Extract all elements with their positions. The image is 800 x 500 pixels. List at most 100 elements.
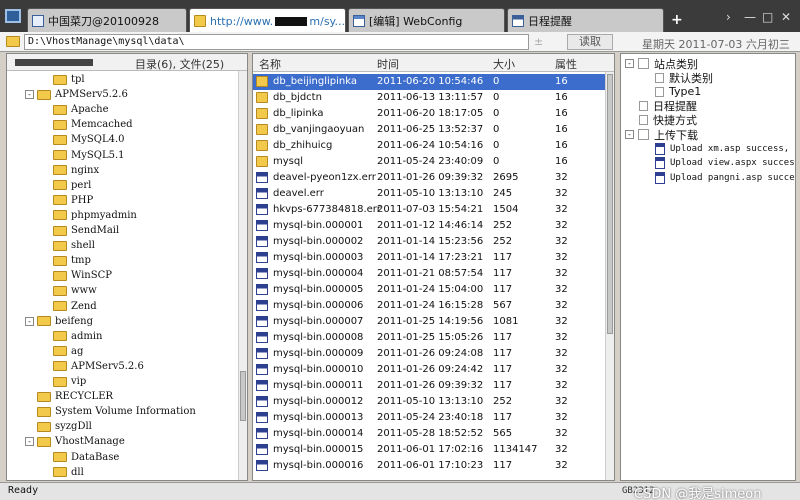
tree-item[interactable]: Zend	[53, 299, 97, 314]
path-dropdown-button[interactable]: ±	[534, 35, 543, 48]
file-row[interactable]: mysql-bin.000005 2011-01-24 15:04:00 117 32	[253, 282, 606, 298]
tree-item[interactable]: nginx	[53, 163, 99, 178]
tree-item[interactable]: WinSCP	[53, 268, 112, 283]
tree-item[interactable]: phpmyadmin	[53, 208, 137, 223]
tab-caidao[interactable]: 中国菜刀@20100928	[27, 8, 187, 32]
column-header-attr[interactable]: 属性	[555, 56, 577, 72]
tree-item[interactable]: admin	[53, 329, 102, 344]
file-row[interactable]: mysql-bin.000016 2011-06-01 17:10:23 117 32	[253, 458, 606, 474]
file-list-scrollbar[interactable]	[605, 72, 614, 480]
file-row[interactable]: mysql-bin.000013 2011-05-24 23:40:18 117 32	[253, 410, 606, 426]
tree-item[interactable]: dll	[53, 465, 84, 480]
file-row[interactable]: mysql-bin.000010 2011-01-26 09:24:42 117 32	[253, 362, 606, 378]
tree-item[interactable]: DataBase	[53, 450, 119, 465]
collapse-toggle-icon[interactable]: -	[625, 130, 634, 139]
file-row[interactable]: db_zhihuicg 2011-06-24 10:54:16 0 16	[253, 138, 606, 154]
cell-time: 2011-01-26 09:39:32	[377, 380, 484, 391]
column-header-size[interactable]: 大小	[493, 56, 515, 72]
cell-name: mysql-bin.000007	[273, 316, 364, 327]
tree-item[interactable]: vip	[53, 374, 86, 389]
tree-item[interactable]: APMServ5.2.6	[53, 359, 144, 374]
read-button[interactable]: 读取	[567, 34, 613, 50]
cell-attr: 32	[555, 172, 568, 183]
cell-attr: 32	[555, 220, 568, 231]
tree-item-label: RECYCLER	[55, 391, 114, 403]
tree-item-label: MySQL5.1	[71, 149, 125, 161]
file-row[interactable]: mysql-bin.000006 2011-01-24 16:15:28 567 32	[253, 298, 606, 314]
folder-icon	[53, 285, 67, 296]
tab-webconfig[interactable]: [编辑] WebConfig	[348, 8, 505, 32]
app-window-icon[interactable]	[5, 9, 21, 23]
scroll-thumb[interactable]	[607, 74, 613, 334]
tree-item[interactable]: ag	[53, 344, 83, 359]
file-row[interactable]: mysql-bin.000007 2011-01-25 14:19:56 1081 3…	[253, 314, 606, 330]
tree-item-label: Zend	[71, 300, 97, 312]
cell-size: 117	[493, 412, 513, 423]
path-input[interactable]: D:\VhostManage\mysql\data\	[24, 34, 529, 50]
tree-item[interactable]: www	[53, 283, 97, 298]
tree-scrollbar[interactable]	[238, 71, 247, 480]
file-row[interactable]: deavel.err 2011-05-10 13:13:10 245 32	[253, 186, 606, 202]
file-row[interactable]: mysql-bin.000012 2011-05-10 13:13:10 252 32	[253, 394, 606, 410]
tree-item[interactable]: - VhostManage	[25, 434, 125, 449]
collapse-toggle-icon[interactable]: -	[625, 59, 634, 68]
file-row[interactable]: mysql-bin.000014 2011-05-28 18:52:52 565 32	[253, 426, 606, 442]
tree-item[interactable]: MySQL5.1	[53, 148, 124, 163]
tree-item[interactable]: Memcached	[53, 117, 133, 132]
file-row[interactable]: mysql-bin.000003 2011-01-14 17:23:21 117 32	[253, 250, 606, 266]
file-row[interactable]: db_bjdctn 2011-06-13 13:11:57 0 16	[253, 90, 606, 106]
tree-item[interactable]: tmp	[53, 253, 91, 268]
tree-item[interactable]: syzgDll	[25, 419, 92, 434]
new-tab-button[interactable]: +	[671, 12, 683, 28]
tab-label: [编辑] WebConfig	[369, 14, 463, 28]
tree-item[interactable]: shell	[53, 238, 95, 253]
column-header-time[interactable]: 时间	[377, 56, 399, 72]
tab-site-url[interactable]: http://www. m/sy...	[189, 8, 346, 33]
tab-schedule[interactable]: 日程提醒	[507, 8, 664, 32]
tree-header: 目录(6), 文件(25)	[7, 54, 247, 71]
maximize-button[interactable]: □	[762, 10, 773, 24]
scroll-thumb[interactable]	[240, 371, 246, 421]
file-row[interactable]: mysql-bin.000008 2011-01-25 15:05:26 117 32	[253, 330, 606, 346]
file-row[interactable]: mysql-bin.000004 2011-01-21 08:57:54 117 32	[253, 266, 606, 282]
cell-attr: 32	[555, 332, 568, 343]
tree-item[interactable]: perl	[53, 178, 91, 193]
panel-item[interactable]: Upload view.aspx succes	[655, 155, 795, 170]
tree-item[interactable]: tpl	[53, 72, 85, 87]
tree-item[interactable]: System Volume Information	[25, 404, 196, 419]
file-row[interactable]: db_lipinka 2011-06-20 18:17:05 0 16	[253, 106, 606, 122]
file-row[interactable]: mysql-bin.000001 2011-01-12 14:46:14 252 32	[253, 218, 606, 234]
panel-item[interactable]: Upload pangni.asp succe	[655, 170, 795, 185]
tree-item[interactable]: RECYCLER	[25, 389, 113, 404]
panel-item[interactable]: Upload xm.asp success,	[655, 141, 789, 156]
file-row[interactable]: db_vanjingaoyuan 2011-06-25 13:52:37 0 16	[253, 122, 606, 138]
tree-item[interactable]: - APMServ5.2.6	[25, 87, 128, 102]
tree-item[interactable]: PHP	[53, 193, 93, 208]
collapse-toggle-icon[interactable]: -	[25, 90, 34, 100]
chevron-right-icon[interactable]: ›	[726, 10, 731, 24]
file-row[interactable]: db_beijinglipinka 2011-06-20 10:54:46 0 16	[253, 74, 606, 90]
collapse-toggle-icon[interactable]: -	[25, 437, 34, 447]
collapse-toggle-icon[interactable]: -	[25, 316, 34, 326]
tree-item[interactable]: SendMail	[53, 223, 119, 238]
tree-item[interactable]: - beifeng	[25, 314, 93, 329]
tree-item[interactable]: Apache	[53, 102, 109, 117]
file-row[interactable]: mysql-bin.000009 2011-01-26 09:24:08 117 32	[253, 346, 606, 362]
file-row[interactable]: mysql 2011-05-24 23:40:09 0 16	[253, 154, 606, 170]
file-row[interactable]: mysql-bin.000015 2011-06-01 17:02:16 11341…	[253, 442, 606, 458]
file-row[interactable]: mysql-bin.000011 2011-01-26 09:39:32 117 32	[253, 378, 606, 394]
panel-item[interactable]: - 上传下载	[625, 127, 698, 142]
cell-size: 252	[493, 236, 513, 247]
minimize-button[interactable]: —	[744, 10, 756, 24]
panel-item[interactable]: 快捷方式	[639, 112, 697, 127]
file-row[interactable]: mysql-bin.000002 2011-01-14 15:23:56 252 32	[253, 234, 606, 250]
tree-item[interactable]: MySQL4.0	[53, 132, 124, 147]
close-button[interactable]: ✕	[781, 10, 791, 24]
column-header-name[interactable]: 名称	[259, 56, 281, 72]
cell-attr: 32	[555, 284, 568, 295]
panel-item[interactable]: 默认类别	[655, 70, 713, 85]
file-row[interactable]: deavel-pyeon1zx.err 2011-01-26 09:39:32 26…	[253, 170, 606, 186]
file-row[interactable]: hkvps-677384818.err 2011-07-03 15:54:21 15…	[253, 202, 606, 218]
file-icon	[256, 412, 268, 423]
folder-icon	[53, 74, 67, 85]
